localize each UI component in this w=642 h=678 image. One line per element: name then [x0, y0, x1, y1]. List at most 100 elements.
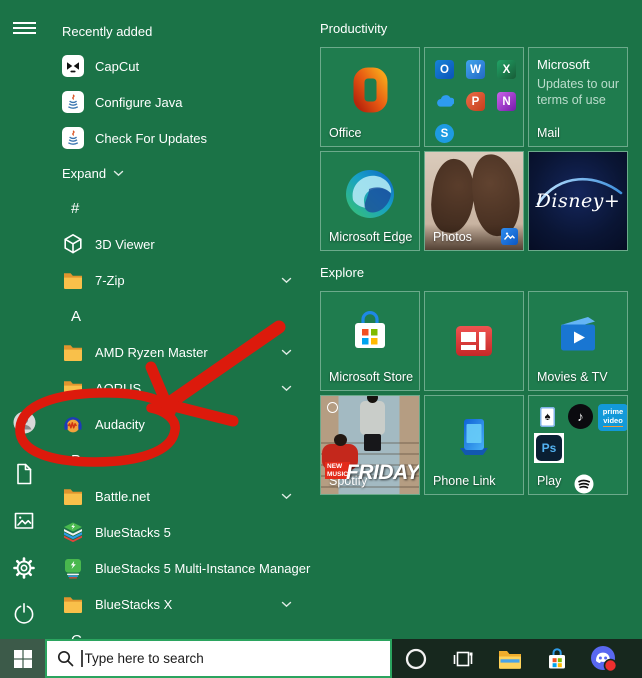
start-menu-rail	[0, 0, 48, 639]
app-label: 7-Zip	[95, 272, 125, 288]
start-button[interactable]	[0, 639, 45, 678]
app-list-item-3d-viewer[interactable]: 3D Viewer	[48, 226, 316, 262]
tile-label: Microsoft Store	[329, 370, 414, 384]
app-list-item-bluestacks-5[interactable]: BlueStacks 5	[48, 514, 316, 550]
chevron-icon	[113, 170, 124, 176]
tile-play[interactable]: ♠ ♪ prime video Ps Play	[528, 395, 628, 495]
app-list-item-aorus[interactable]: AORUS	[48, 370, 316, 406]
skype-icon: S	[435, 124, 454, 143]
tile-store[interactable]: Microsoft Store	[320, 291, 420, 391]
rail-button-documents[interactable]	[11, 461, 37, 487]
section-letter[interactable]: #	[48, 190, 316, 226]
tile-office[interactable]: Office	[320, 47, 420, 147]
office-logo-icon	[321, 48, 419, 132]
app-label: AMD Ryzen Master	[95, 344, 208, 360]
app-list-item-bluestacks-x[interactable]: BlueStacks X	[48, 586, 316, 622]
taskview-icon	[453, 651, 472, 666]
chevron-down-icon[interactable]	[281, 595, 292, 613]
prime-video-icon: prime video	[598, 404, 627, 431]
magnifier-icon	[57, 650, 74, 667]
tile-disney[interactable]: Disney+	[528, 151, 628, 251]
app-list-item-capcut[interactable]: CapCut	[48, 48, 316, 84]
app-label: Battle.net	[95, 488, 150, 504]
tile-label: Office	[329, 126, 362, 140]
taskbar-button-microsoft-store[interactable]	[533, 639, 580, 678]
search-input[interactable]	[82, 651, 390, 666]
app-label: Audacity	[95, 416, 145, 432]
chevron-down-icon[interactable]	[281, 271, 292, 289]
app-label: Check For Updates	[95, 130, 207, 146]
tile-edge[interactable]: Microsoft Edge	[320, 151, 420, 251]
microsoft-store-icon	[321, 292, 419, 376]
app-list: Recently added CapCut Configure Java Check …	[48, 14, 316, 639]
folder-icon	[64, 381, 82, 397]
tile-photos[interactable]: Photos	[424, 151, 524, 251]
chevron-down-icon[interactable]	[281, 487, 292, 505]
taskbar-button-file-explorer[interactable]	[486, 639, 533, 678]
office-logo-icon	[353, 67, 388, 113]
mail-body: Updates to our terms of use	[537, 77, 619, 108]
photos-app-badge-icon	[501, 228, 518, 245]
rail-button-user[interactable]	[11, 409, 37, 435]
tile-label: Microsoft Edge	[329, 230, 413, 244]
app-label: AORUS	[95, 380, 142, 396]
section-letter[interactable]: B	[48, 442, 316, 478]
spotify-disc-icon	[574, 474, 594, 494]
tile-mail[interactable]: Microsoft Updates to our terms of use Mai…	[528, 47, 628, 147]
capcut-icon	[67, 62, 79, 73]
document-icon	[17, 463, 32, 485]
power-icon	[14, 603, 34, 624]
tile-panel: Productivity Office O W X P N S Microsoft Update…	[320, 0, 642, 639]
chevron-down-icon[interactable]	[281, 379, 292, 397]
folder-icon	[64, 273, 82, 289]
app-list-item-battle-net[interactable]: Battle.net	[48, 478, 316, 514]
tile-phonelink[interactable]: Phone Link	[424, 395, 524, 495]
word-icon: W	[466, 60, 485, 79]
tile-news[interactable]	[424, 291, 524, 391]
rail-button-settings[interactable]	[11, 555, 37, 581]
app-list-item-check-for-updates[interactable]: Check For Updates	[48, 120, 316, 156]
label: Recently added	[62, 23, 153, 39]
java-icon	[62, 127, 84, 149]
explorer-icon	[498, 650, 521, 669]
store-tile-icon	[355, 311, 385, 348]
rail-button-pictures[interactable]	[11, 508, 37, 534]
app-list-item-audacity[interactable]: Audacity	[48, 406, 316, 442]
app-list-item-bluestacks-5-multi-instance-manager[interactable]: BlueStacks 5 Multi-Instance Manager	[48, 550, 316, 586]
taskbar-search[interactable]	[45, 639, 392, 678]
chevron-icon	[281, 493, 292, 500]
tile-msapps[interactable]: OWXPN S	[424, 47, 524, 147]
phonelink-tile-icon	[460, 419, 488, 455]
app-list-item-configure-java[interactable]: Configure Java	[48, 84, 316, 120]
chevron-down-icon[interactable]	[281, 343, 292, 361]
taskbar-button-cortana[interactable]	[392, 639, 439, 678]
java-icon	[62, 91, 84, 113]
disney-plus-logo: Disney+	[529, 152, 627, 250]
app-label: Configure Java	[95, 94, 183, 110]
edge-logo-icon	[346, 170, 394, 218]
disney-logo-text: Disney+	[535, 190, 621, 212]
rail-button-power[interactable]	[11, 600, 37, 626]
section-letter[interactable]: A	[48, 298, 316, 334]
app-list-item-7-zip[interactable]: 7-Zip	[48, 262, 316, 298]
tile-spotify[interactable]: NEW MUSIC FRIDAY Spotify	[320, 395, 420, 495]
standing-figure	[360, 396, 385, 435]
chevron-down-icon	[113, 170, 124, 177]
pictures-icon	[14, 512, 34, 529]
chevron-icon	[281, 385, 292, 392]
chevron-icon	[281, 601, 292, 608]
gear-icon	[13, 557, 35, 579]
movies-tile-icon	[561, 317, 595, 351]
tile-movies[interactable]: Movies & TV	[528, 291, 628, 391]
label: A	[71, 307, 82, 325]
taskbar-button-task-view[interactable]	[439, 639, 486, 678]
app-list-item-amd-ryzen-master[interactable]: AMD Ryzen Master	[48, 334, 316, 370]
app-label: BlueStacks X	[95, 596, 173, 612]
app-label: 3D Viewer	[95, 236, 155, 252]
taskbar-button-discord[interactable]	[580, 639, 627, 678]
expand-toggle[interactable]: Expand	[48, 156, 316, 190]
chevron-icon	[281, 277, 292, 284]
tiktok-icon: ♪	[568, 404, 593, 429]
section-letter[interactable]: C	[48, 622, 316, 640]
rail-button-menu[interactable]	[11, 15, 37, 41]
